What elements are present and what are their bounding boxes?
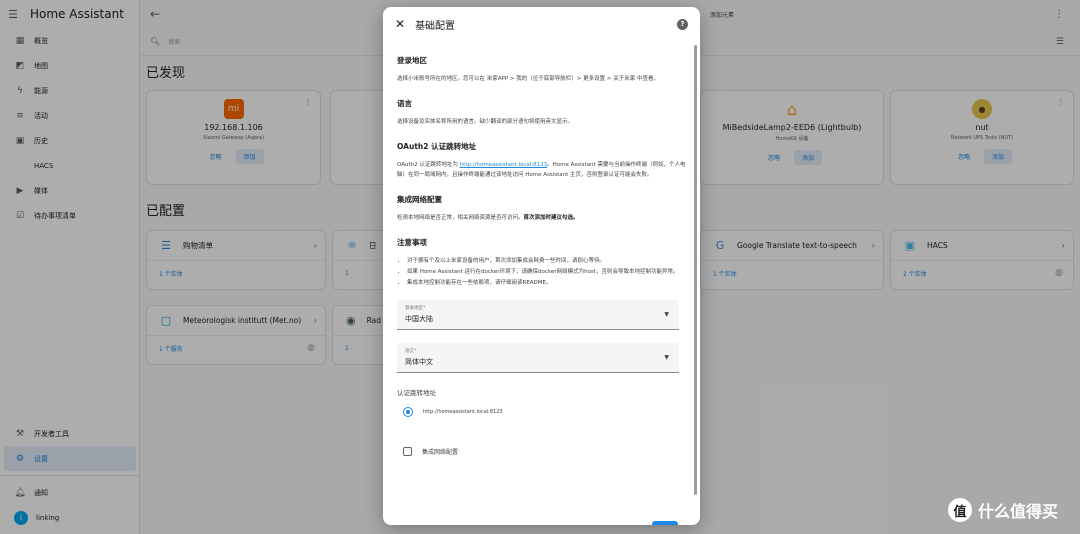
section-network-text: 检测本地网络是否正常，相关网络资源是否可访问。首次添加时建议勾选。 <box>397 215 579 221</box>
network-check-checkbox[interactable] <box>403 447 412 456</box>
section-network-title: 集成网络配置 <box>397 195 442 204</box>
dialog-header: ✕ 基础配置 ? <box>383 7 700 41</box>
dropdown-arrow-icon: ▼ <box>664 311 669 318</box>
dropdown-arrow-icon: ▼ <box>664 354 669 361</box>
watermark: 值 什么值得买 <box>948 498 1058 522</box>
section-language-title: 语言 <box>397 99 412 108</box>
watermark-badge: 值 <box>948 498 972 522</box>
list-item: 如果 Home Assistant 运行在docker环境下，请确保docker… <box>407 267 686 277</box>
help-icon[interactable]: ? <box>677 18 688 30</box>
oauth-redirect-link[interactable]: http://homeassistant.local:8123 <box>460 162 548 168</box>
dialog-body: 登录地区 选择小米账号所在的地区。您可以在 米家APP > 我的（位于底部导航栏… <box>383 41 700 525</box>
section-oauth-title: OAuth2 认证跳转地址 <box>397 142 477 151</box>
radio-button[interactable] <box>403 407 413 417</box>
dialog-scrollbar[interactable] <box>694 45 697 495</box>
section-notes-title: 注意事项 <box>397 238 427 247</box>
language-select[interactable]: 语言* 简体中文 ▼ <box>397 343 679 373</box>
section-oauth-text: OAuth2 认证跳转地址为 http://homeassistant.loca… <box>397 162 686 178</box>
section-language-text: 选择设备及实体名称所用的语言。缺少翻译的部分语句将使用英文显示。 <box>397 119 574 125</box>
list-item: 对于拥有个及以上米家设备的用户，首次添加集成会耗费一些时间，请耐心等待。 <box>407 256 686 266</box>
region-select[interactable]: 登录地区* 中国大陆 ▼ <box>397 300 679 330</box>
notes-list: 对于拥有个及以上米家设备的用户，首次添加集成会耗费一些时间，请耐心等待。 如果 … <box>397 256 686 288</box>
dialog-title: 基础配置 <box>415 20 456 32</box>
section-region-text: 选择小米账号所在的地区。您可以在 米家APP > 我的（位于底部导航栏）> 更多… <box>397 76 659 82</box>
config-dialog: ✕ 基础配置 ? 登录地区 选择小米账号所在的地区。您可以在 米家APP > 我… <box>383 7 700 525</box>
redirect-url-label: 认证跳转地址 <box>397 389 436 397</box>
network-check-option[interactable]: 集成网络配置 <box>397 447 686 456</box>
watermark-text: 什么值得买 <box>978 502 1059 521</box>
list-item: 集成本地控制功能存在一些依赖项，请仔细阅读README。 <box>407 278 686 288</box>
submit-button[interactable] <box>652 521 678 525</box>
close-icon[interactable]: ✕ <box>395 17 405 31</box>
redirect-url-option[interactable]: http://homeassistant.local:8123 <box>397 407 686 417</box>
section-region-title: 登录地区 <box>397 56 427 65</box>
